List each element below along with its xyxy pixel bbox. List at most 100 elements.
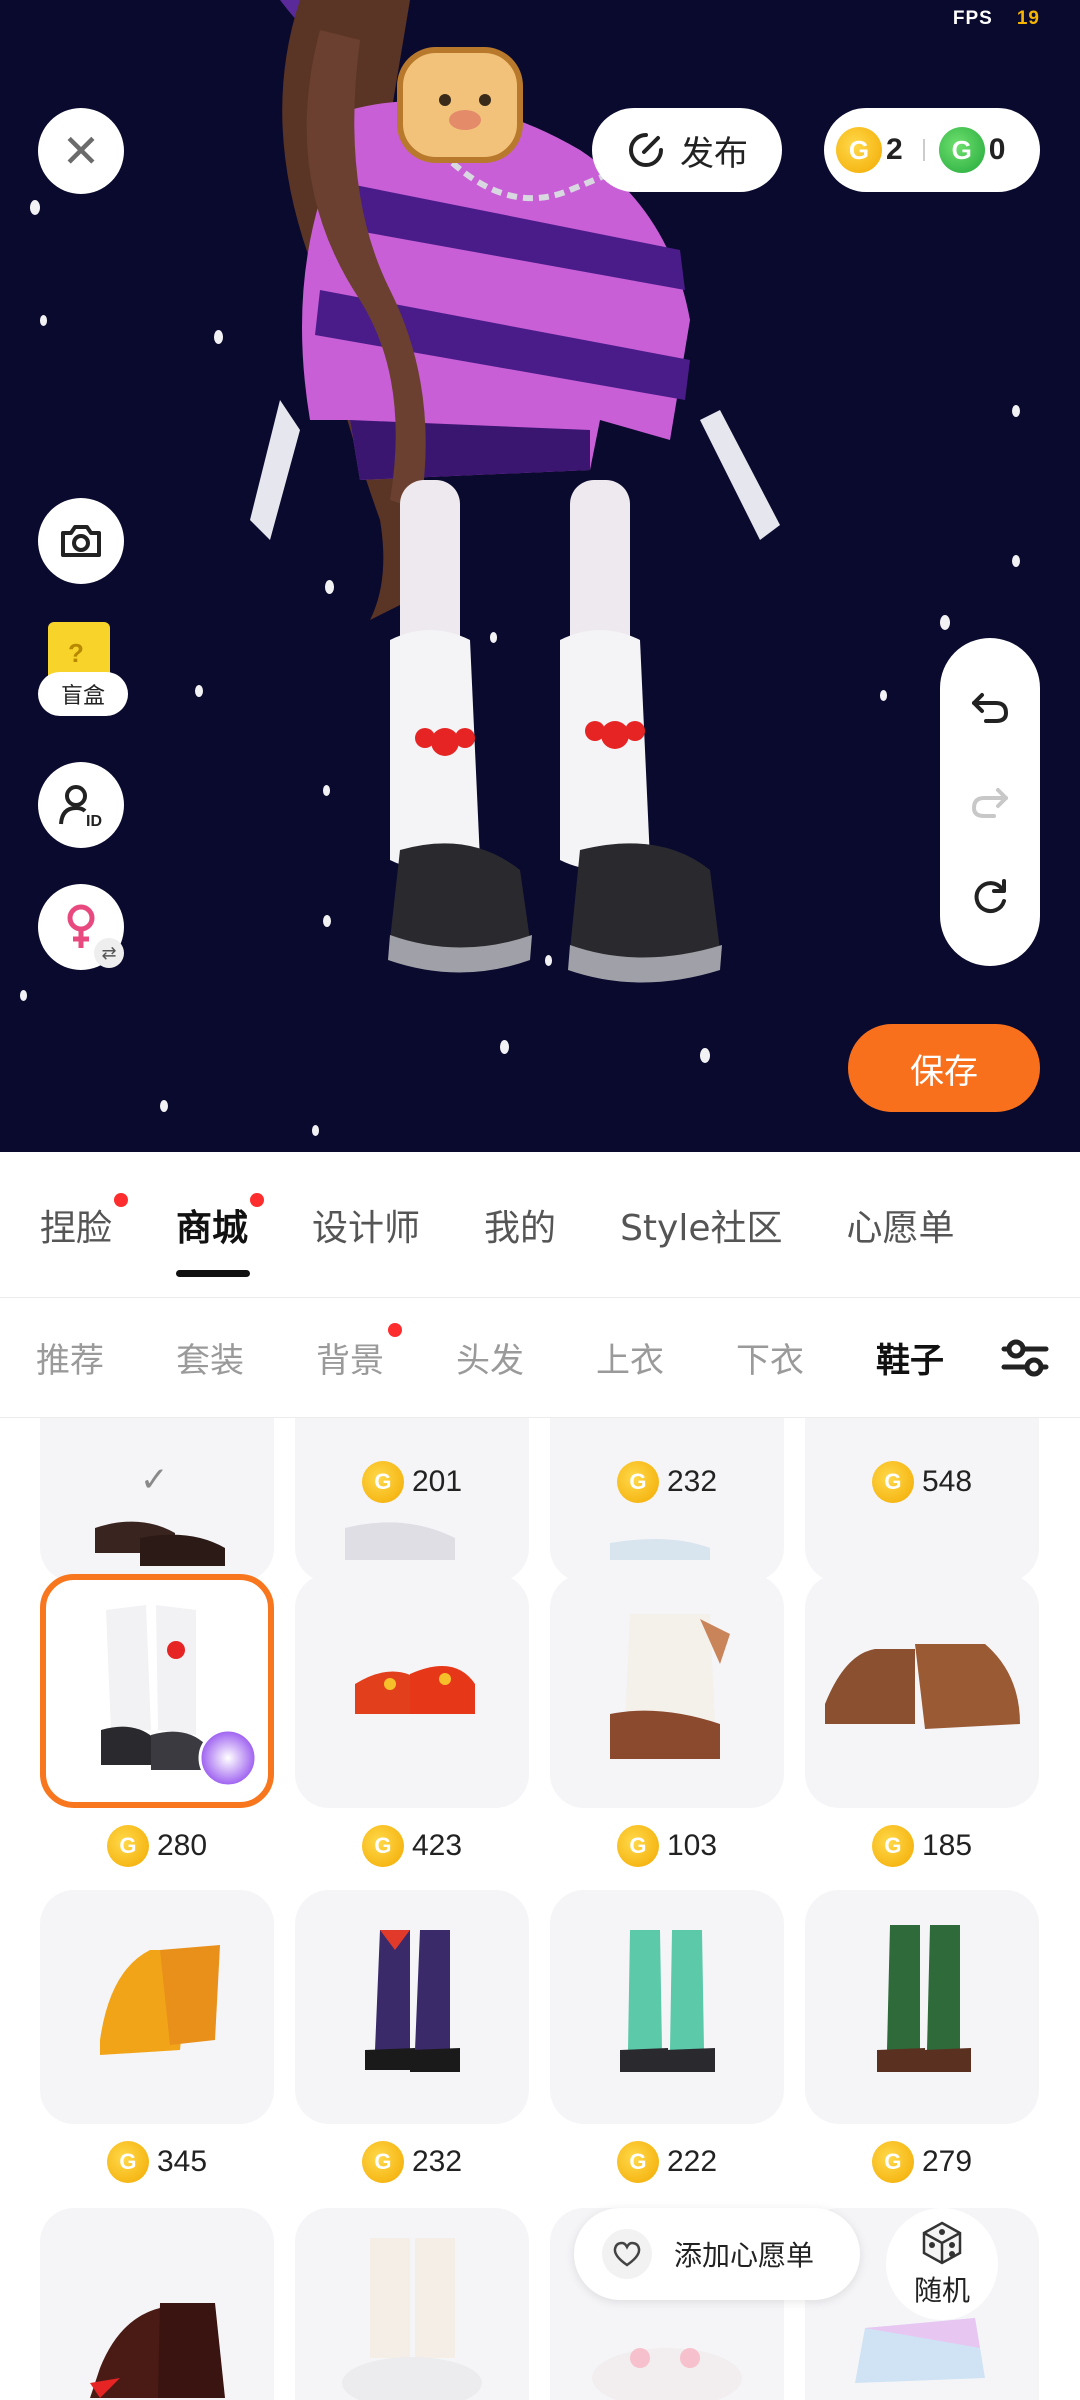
- item-card[interactable]: [40, 1890, 274, 2124]
- gold-coin-icon: G: [361, 2141, 404, 2183]
- tab-mine[interactable]: 我的: [484, 1199, 580, 1251]
- item-price: G 423: [295, 1818, 529, 1874]
- item-price: G 232: [550, 1454, 784, 1510]
- close-icon: ✕: [61, 124, 101, 178]
- item-price: G 201: [295, 1454, 529, 1510]
- heart-icon: [602, 2229, 652, 2279]
- snowflake: [500, 1040, 509, 1054]
- gold-coin-icon: G: [361, 1461, 404, 1503]
- active-tab-indicator: [176, 1269, 251, 1277]
- category-bottoms[interactable]: 下衣: [700, 1333, 840, 1382]
- item-image: [877, 1925, 971, 2072]
- gold-coin-icon: G: [871, 2141, 914, 2183]
- female-icon: [67, 904, 95, 948]
- category-recommended[interactable]: 推荐: [0, 1333, 140, 1382]
- green-coin-count: 0: [988, 133, 1006, 166]
- notification-dot: [250, 1192, 265, 1207]
- item-price: G 103: [550, 1818, 784, 1874]
- snowflake: [1012, 555, 1020, 567]
- item-image: [610, 1614, 730, 1759]
- add-wishlist-button[interactable]: 添加心愿单: [574, 2208, 860, 2300]
- snowflake: [940, 615, 950, 630]
- item-card[interactable]: [550, 1574, 784, 1808]
- snowflake: [880, 690, 887, 701]
- item-price: G 222: [550, 2134, 784, 2190]
- snowflake: [700, 1048, 710, 1063]
- owned-check-icon: ✓: [140, 1460, 169, 1500]
- snowflake: [1012, 405, 1020, 417]
- category-tab-bar: 推荐 套装 背景 头发 上衣 下衣 鞋子: [0, 1298, 1080, 1418]
- camera-icon: [61, 525, 101, 557]
- item-card[interactable]: [805, 1574, 1039, 1808]
- item-price: G 232: [295, 2134, 529, 2190]
- item-price: G 548: [805, 1454, 1039, 1510]
- snowflake: [20, 990, 27, 1001]
- item-card[interactable]: [550, 1890, 784, 2124]
- item-card[interactable]: [295, 1574, 529, 1808]
- tab-designer[interactable]: 设计师: [312, 1199, 444, 1251]
- gold-coin-icon: G: [871, 1461, 914, 1503]
- gold-coin-icon: G: [361, 1825, 404, 1867]
- random-button[interactable]: 随机: [886, 2208, 998, 2320]
- snowflake: [312, 1125, 319, 1136]
- tab-shop[interactable]: 商城: [176, 1192, 272, 1277]
- item-image: [101, 1605, 258, 1788]
- redo-icon[interactable]: [968, 780, 1012, 824]
- gold-coin-icon: G: [616, 1461, 659, 1503]
- snowflake: [214, 330, 223, 344]
- notification-dot: [114, 1192, 129, 1207]
- avatar-figure: [250, 0, 780, 983]
- item-image: [825, 1644, 1020, 1729]
- blindbox-button[interactable]: 盲盒: [38, 622, 128, 730]
- wishlist-label: 添加心愿单: [674, 2239, 815, 2272]
- tab-face[interactable]: 捏脸: [40, 1192, 136, 1251]
- category-sets[interactable]: 套装: [140, 1333, 280, 1382]
- tab-wishlist[interactable]: 心愿单: [847, 1199, 979, 1251]
- random-label: 随机: [913, 2274, 970, 2307]
- history-controls: [940, 638, 1040, 966]
- item-image: [620, 1930, 715, 2072]
- filter-button[interactable]: [970, 1298, 1080, 1417]
- item-card[interactable]: [40, 2208, 274, 2400]
- category-tops[interactable]: 上衣: [560, 1333, 700, 1382]
- item-image: [365, 1930, 460, 2072]
- avatar-stage[interactable]: FPS 19 ✕ 发布 G 2 G 0 ? 盲盒 ID ⇄ 保存: [0, 0, 1080, 1152]
- snowflake: [30, 200, 40, 215]
- item-card[interactable]: [295, 1890, 529, 2124]
- currency-divider: [922, 139, 925, 161]
- green-coin-icon: G: [938, 127, 985, 173]
- category-background[interactable]: 背景: [280, 1323, 420, 1382]
- close-button[interactable]: ✕: [38, 108, 124, 194]
- item-image: [342, 2238, 482, 2400]
- item-card-selected[interactable]: [40, 1574, 274, 1808]
- undo-icon[interactable]: [968, 685, 1012, 729]
- gold-coin-icon: G: [106, 1825, 149, 1867]
- item-price: G 345: [40, 2134, 274, 2190]
- currency-balance[interactable]: G 2 G 0: [824, 108, 1040, 192]
- item-image: [90, 2303, 225, 2398]
- notification-dot: [388, 1323, 402, 1337]
- item-price: G 279: [805, 2134, 1039, 2190]
- svg-text:ID: ID: [86, 813, 102, 830]
- category-shoes[interactable]: 鞋子: [840, 1333, 980, 1382]
- blindbox-label: 盲盒: [38, 672, 128, 716]
- reset-icon[interactable]: [968, 875, 1012, 919]
- publish-button[interactable]: 发布: [592, 108, 782, 192]
- gold-coin-icon: G: [871, 1825, 914, 1867]
- camera-button[interactable]: [38, 498, 124, 584]
- filter-icon: [1001, 1339, 1049, 1377]
- gender-switch-button[interactable]: ⇄: [38, 884, 124, 970]
- item-image: [355, 1666, 475, 1714]
- category-hair[interactable]: 头发: [420, 1333, 560, 1382]
- item-card[interactable]: [295, 2208, 529, 2400]
- snowflake: [195, 685, 203, 697]
- avatar-id-button[interactable]: ID: [38, 762, 124, 848]
- snowflake: [40, 315, 47, 326]
- tab-style-community[interactable]: Style社区: [620, 1199, 806, 1251]
- save-button[interactable]: 保存: [848, 1024, 1040, 1112]
- main-tab-bar: 捏脸 商城 设计师 我的 Style社区 心愿单: [0, 1152, 1080, 1298]
- item-card[interactable]: [40, 1418, 274, 1582]
- publish-icon: [629, 133, 663, 167]
- item-image: [95, 1521, 225, 1566]
- item-card[interactable]: [805, 1890, 1039, 2124]
